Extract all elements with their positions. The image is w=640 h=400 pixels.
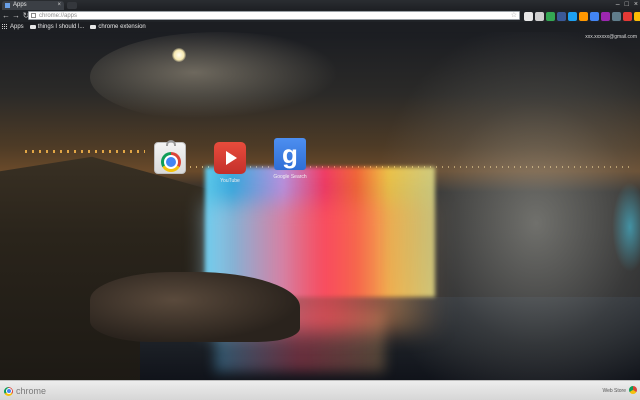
ext-icon-11[interactable]	[634, 11, 640, 21]
ext-icon-7[interactable]	[590, 11, 599, 21]
ext-icon-10[interactable]	[623, 11, 632, 21]
ext-icon-3[interactable]	[546, 11, 555, 21]
url-text[interactable]: chrome://apps	[39, 12, 77, 20]
ext-icon-8[interactable]	[601, 11, 610, 21]
forward-button[interactable]: →	[12, 10, 20, 22]
account-email[interactable]: xxx.xxxxxx@gmail.com	[585, 34, 637, 40]
background-shore-lights	[25, 150, 145, 153]
new-tab-button[interactable]	[67, 2, 77, 9]
bookmarks-bar: Apps things I should l... chrome extensi…	[0, 22, 640, 32]
extensions-bar	[524, 11, 640, 21]
minimize-button[interactable]: –	[616, 0, 620, 9]
tab-strip: Apps × – □ ×	[0, 0, 640, 10]
ext-icon-5[interactable]	[568, 11, 577, 21]
bookmark-label: chrome extension	[98, 24, 146, 30]
ext-icon-1[interactable]	[524, 11, 533, 21]
bookmark-folder-things[interactable]: things I should l...	[29, 22, 85, 32]
chrome-brand: chrome	[4, 386, 46, 396]
web-store-link[interactable]: Web Store	[602, 388, 626, 394]
app-tile-google-search[interactable]: g Google Search	[270, 138, 310, 180]
background-mist	[380, 32, 640, 380]
app-label: Google Search	[273, 174, 307, 180]
app-tile-chrome-web-store[interactable]	[150, 140, 190, 178]
apps-grid-icon	[2, 24, 8, 30]
app-label: YouTube	[220, 178, 240, 184]
folder-icon	[90, 25, 97, 29]
window-controls: – □ ×	[616, 0, 638, 9]
apps-favicon-icon	[5, 3, 10, 8]
chrome-wordmark: chrome	[16, 386, 47, 396]
tab-apps[interactable]: Apps ×	[2, 1, 64, 10]
ext-icon-6[interactable]	[579, 11, 588, 21]
chrome-web-store-icon	[154, 140, 186, 174]
background-moon	[172, 48, 186, 62]
apps-page: xxx.xxxxxx@gmail.com YouTube g Google Se…	[0, 32, 640, 380]
background-side-glow	[612, 182, 640, 272]
bookmark-star-icon[interactable]: ☆	[511, 12, 517, 20]
ext-icon-4[interactable]	[557, 11, 566, 21]
bookmark-apps[interactable]: Apps	[0, 22, 24, 32]
chrome-logo-icon	[4, 386, 13, 396]
web-store-icon[interactable]	[629, 386, 637, 394]
omnibox[interactable]: chrome://apps ☆	[28, 11, 520, 20]
tab-title: Apps	[13, 2, 27, 8]
google-search-icon: g	[274, 138, 306, 170]
close-tab-icon[interactable]: ×	[57, 1, 61, 10]
bookmark-label: Apps	[10, 24, 24, 30]
youtube-icon	[214, 142, 246, 174]
folder-icon	[29, 25, 36, 29]
maximize-button[interactable]: □	[625, 0, 629, 9]
bookmark-label: things I should l...	[37, 24, 85, 30]
bookmark-folder-chrome-extension[interactable]: chrome extension	[90, 22, 146, 32]
background-rocks	[90, 272, 300, 342]
close-window-button[interactable]: ×	[634, 0, 638, 9]
apps-bottom-bar: chrome Web Store	[0, 380, 640, 400]
ext-icon-9[interactable]	[612, 11, 621, 21]
page-icon	[31, 13, 36, 18]
app-tile-youtube[interactable]: YouTube	[210, 142, 250, 184]
background-clouds	[90, 32, 350, 122]
back-button[interactable]: ←	[2, 10, 10, 22]
ext-icon-2[interactable]	[535, 11, 544, 21]
